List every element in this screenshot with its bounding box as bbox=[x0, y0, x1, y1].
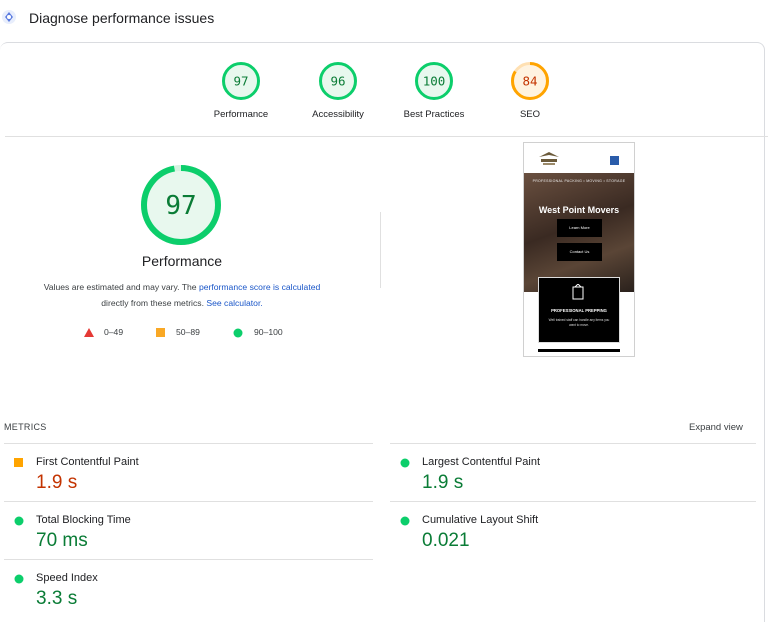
gauge-accessibility[interactable]: 96 Accessibility bbox=[288, 61, 388, 120]
circle-icon bbox=[233, 328, 243, 338]
metric-value: 1.9 s bbox=[36, 472, 78, 493]
card-text: Well trained staff can handle any items … bbox=[548, 318, 610, 327]
svg-text:96: 96 bbox=[330, 74, 345, 89]
circle-icon bbox=[14, 516, 24, 526]
metric-fcp: First Contentful Paint 1.9 s bbox=[4, 443, 373, 500]
score-ring: 84 bbox=[511, 62, 549, 100]
metric-value: 0.021 bbox=[422, 530, 470, 551]
circle-icon bbox=[14, 574, 24, 584]
metric-tbt: Total Blocking Time 70 ms bbox=[4, 501, 373, 558]
metrics-title: METRICS bbox=[4, 422, 47, 432]
box-icon bbox=[572, 284, 584, 300]
section-title: Diagnose performance issues bbox=[29, 10, 215, 26]
calculator-link[interactable]: See calculator. bbox=[206, 298, 262, 308]
expand-view-button[interactable]: Expand view bbox=[689, 422, 743, 433]
metric-label: Largest Contentful Paint bbox=[422, 456, 541, 468]
menu-icon bbox=[610, 156, 619, 165]
score-legend: 0–49 50–89 90–100 bbox=[0, 327, 380, 339]
score-ring: 100 bbox=[415, 62, 453, 100]
card-title: PROFESSIONAL PREPPING bbox=[551, 308, 607, 313]
performance-gauge-large: 97 bbox=[141, 165, 221, 245]
svg-text:97: 97 bbox=[233, 74, 248, 89]
gauge-label: Performance bbox=[213, 109, 269, 120]
hero-title: West Point Movers bbox=[538, 205, 620, 215]
summary-gauges: 97 Performance 96 Accessibility 100 Best… bbox=[5, 43, 768, 137]
metric-label: First Contentful Paint bbox=[36, 456, 139, 468]
svg-text:97: 97 bbox=[165, 191, 196, 221]
site-header bbox=[524, 143, 634, 173]
gauge-label: Best Practices bbox=[403, 109, 465, 120]
square-icon bbox=[156, 328, 165, 337]
section-header: Diagnose performance issues bbox=[0, 0, 768, 40]
final-screenshot[interactable]: PROFESSIONAL PACKING • MOVING • STORAGE … bbox=[523, 142, 635, 357]
svg-text:100: 100 bbox=[423, 74, 446, 89]
svg-text:84: 84 bbox=[522, 74, 537, 89]
note-text: Values are estimated and may vary. The bbox=[43, 282, 199, 292]
gauge-seo[interactable]: 84 SEO bbox=[480, 61, 580, 120]
metric-value: 3.3 s bbox=[36, 588, 78, 609]
metric-label: Total Blocking Time bbox=[36, 514, 131, 526]
performance-label: Performance bbox=[141, 253, 223, 269]
gauge-label: Accessibility bbox=[312, 109, 364, 120]
card-edge bbox=[538, 349, 620, 352]
gauge-best-practices[interactable]: 100 Best Practices bbox=[384, 61, 484, 120]
legend-range: 50–89 bbox=[176, 327, 200, 337]
metric-cls: Cumulative Layout Shift 0.021 bbox=[390, 501, 756, 558]
gauge-label: SEO bbox=[519, 109, 541, 120]
score-ring: 96 bbox=[319, 62, 357, 100]
metric-value: 70 ms bbox=[36, 530, 88, 551]
metric-lcp: Largest Contentful Paint 1.9 s bbox=[390, 443, 756, 500]
hero-image: PROFESSIONAL PACKING • MOVING • STORAGE … bbox=[524, 173, 634, 292]
circle-icon bbox=[400, 458, 410, 468]
legend-range: 0–49 bbox=[104, 327, 124, 337]
service-card: PROFESSIONAL PREPPING Well trained staff… bbox=[538, 277, 620, 343]
score-note: Values are estimated and may vary. The p… bbox=[22, 279, 342, 311]
hero-button: Contact Us bbox=[557, 243, 602, 261]
score-ring: 97 bbox=[222, 62, 260, 100]
gauge-performance[interactable]: 97 Performance bbox=[191, 61, 291, 120]
triangle-icon bbox=[84, 328, 94, 337]
square-icon bbox=[14, 458, 23, 467]
hero-button: Learn More bbox=[557, 219, 602, 237]
metric-label: Speed Index bbox=[36, 572, 98, 584]
site-logo bbox=[539, 152, 559, 165]
metric-label: Cumulative Layout Shift bbox=[422, 514, 539, 526]
metric-speed-index: Speed Index 3.3 s bbox=[4, 559, 373, 616]
divider bbox=[380, 212, 381, 288]
circle-icon bbox=[400, 516, 410, 526]
performance-score-link[interactable]: performance score is calculated bbox=[199, 282, 320, 292]
note-text: directly from these metrics. bbox=[101, 298, 207, 308]
metric-value: 1.9 s bbox=[422, 472, 464, 493]
hero-banner: PROFESSIONAL PACKING • MOVING • STORAGE bbox=[532, 179, 626, 183]
lighthouse-icon bbox=[2, 10, 16, 24]
legend-range: 90–100 bbox=[254, 327, 283, 337]
